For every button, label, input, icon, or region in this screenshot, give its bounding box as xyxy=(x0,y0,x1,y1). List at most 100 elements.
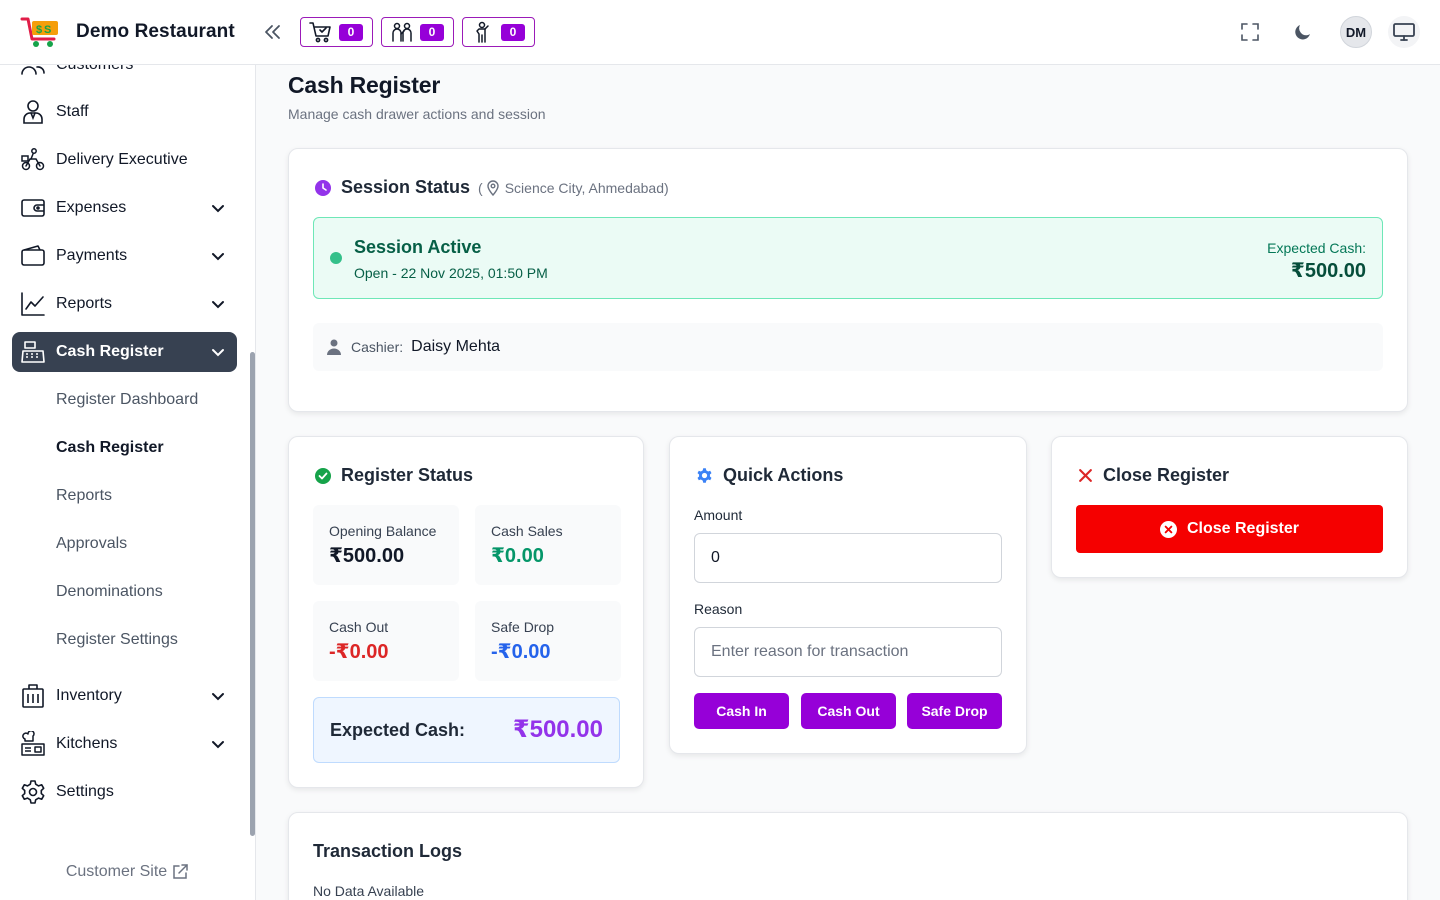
staff-icon xyxy=(23,100,43,124)
sidebar-item-label: Payments xyxy=(56,247,128,264)
amount-input[interactable] xyxy=(694,533,1002,583)
close-register-button-label: Close Register xyxy=(1186,520,1300,537)
waiter-request-badge-button[interactable]: 0 xyxy=(381,17,454,47)
gear-icon xyxy=(21,780,45,804)
sidebar-item-label: Expenses xyxy=(56,199,127,216)
sidebar-item-settings[interactable]: Settings xyxy=(12,772,237,812)
cash-sales-label: Cash Sales xyxy=(491,523,563,539)
fullscreen-button[interactable] xyxy=(1234,16,1266,48)
subitem-approvals[interactable]: Approvals xyxy=(56,528,127,560)
sidebar-item-label: Kitchens xyxy=(56,735,118,752)
cart-count: 0 xyxy=(339,23,363,41)
kitchen-icon xyxy=(21,731,45,756)
pos-monitor-button[interactable] xyxy=(1388,16,1420,48)
customers-icon xyxy=(21,66,45,75)
inventory-icon xyxy=(22,684,44,708)
session-active-banner: Session Active Open - 22 Nov 2025, 01:50… xyxy=(313,217,1383,299)
svg-text:S: S xyxy=(44,24,51,36)
brand-name: Demo Restaurant xyxy=(76,21,235,42)
subitem-denominations[interactable]: Denominations xyxy=(56,576,163,608)
waiter-request-icon xyxy=(392,22,412,42)
fullscreen-icon xyxy=(1241,23,1259,41)
quick-actions-card: Quick Actions Amount Reason Cash In Cash… xyxy=(669,436,1027,754)
cash-out-value: -₹0.00 xyxy=(329,641,389,663)
check-circle-icon xyxy=(315,467,331,484)
sidebar-item-reports[interactable]: Reports xyxy=(12,284,237,324)
session-active-dot xyxy=(330,252,342,264)
customer-site-link[interactable]: Customer Site xyxy=(0,843,255,900)
chevron-down-icon xyxy=(212,253,224,261)
sidebar: Customers Staff Delivery Executive Expen… xyxy=(0,65,256,900)
sidebar-item-kitchens[interactable]: Kitchens xyxy=(12,724,237,764)
sidebar-item-staff[interactable]: Staff xyxy=(12,92,237,132)
sidebar-item-label: Settings xyxy=(56,783,114,800)
safe-drop-button[interactable]: Safe Drop xyxy=(907,693,1002,729)
cart-icon xyxy=(309,22,331,43)
subitem-register-settings[interactable]: Register Settings xyxy=(56,624,178,656)
session-status-title: Session Status xyxy=(341,177,471,197)
reason-input[interactable] xyxy=(694,627,1002,677)
brand[interactable]: $ S Demo Restaurant xyxy=(0,15,256,49)
sidebar-item-label: Reports xyxy=(56,295,113,312)
map-pin-icon xyxy=(487,179,499,196)
sidebar-scrollbar-thumb[interactable] xyxy=(250,352,255,836)
x-circle-icon xyxy=(1159,520,1177,538)
user-icon xyxy=(327,339,341,355)
cash-sales-value: ₹0.00 xyxy=(491,545,544,567)
sidebar-item-label: Customers xyxy=(56,65,133,74)
subitem-register-dashboard[interactable]: Register Dashboard xyxy=(56,384,198,416)
cashier-label: Cashier: xyxy=(351,339,404,355)
cart-badge-button[interactable]: 0 xyxy=(300,17,373,47)
transaction-logs-card: Transaction Logs No Data Available xyxy=(288,812,1408,900)
cashier-name: Daisy Mehta xyxy=(411,338,501,355)
quick-actions-title: Quick Actions xyxy=(723,465,844,485)
chevron-down-icon xyxy=(212,301,224,309)
sidebar-item-inventory[interactable]: Inventory xyxy=(12,676,237,716)
register-icon xyxy=(21,341,45,363)
double-chevron-left-icon xyxy=(265,25,280,39)
customer-site-label: Customer Site xyxy=(65,862,168,880)
payments-icon xyxy=(21,245,45,266)
sidebar-item-customers[interactable]: Customers xyxy=(12,65,237,85)
sidebar-item-label: Delivery Executive xyxy=(56,151,188,168)
collapse-sidebar-button[interactable] xyxy=(260,20,284,44)
cash-out-button[interactable]: Cash Out xyxy=(801,693,896,729)
sidebar-item-expenses[interactable]: Expenses xyxy=(12,188,237,228)
opening-balance-stat: Opening Balance ₹500.00 xyxy=(313,505,459,585)
sidebar-item-label: Cash Register xyxy=(56,343,164,360)
sidebar-item-delivery-executive[interactable]: Delivery Executive xyxy=(12,140,237,180)
avatar[interactable]: DM xyxy=(1340,16,1372,48)
subitem-cash-register[interactable]: Cash Register xyxy=(56,432,164,464)
subitem-reports[interactable]: Reports xyxy=(56,480,112,512)
external-link-icon xyxy=(173,863,188,879)
quick-actions-title-row: Quick Actions xyxy=(696,465,843,486)
monitor-icon xyxy=(1393,23,1415,41)
cashier-row: Cashier: Daisy Mehta xyxy=(313,323,1383,371)
register-status-card: Register Status Opening Balance ₹500.00 … xyxy=(288,436,644,788)
close-register-card: Close Register Close Register xyxy=(1051,436,1408,578)
dark-mode-toggle[interactable] xyxy=(1287,16,1319,48)
svg-text:$: $ xyxy=(36,24,42,36)
session-open-time: Open - 22 Nov 2025, 01:50 PM xyxy=(354,265,548,281)
wallet-icon xyxy=(21,199,45,217)
moon-icon xyxy=(1295,25,1310,40)
customer-call-badge-button[interactable]: 0 xyxy=(462,17,535,47)
close-icon xyxy=(1079,469,1092,482)
header-actions: DM xyxy=(1234,16,1420,48)
expected-cash-box: Expected Cash: ₹500.00 xyxy=(313,697,620,763)
header-badges: 0 0 0 xyxy=(300,17,535,47)
sidebar-item-cash-register[interactable]: Cash Register xyxy=(12,332,237,372)
register-status-title: Register Status xyxy=(341,465,474,485)
chevron-down-icon xyxy=(212,693,224,701)
customer-call-icon xyxy=(476,21,489,43)
safe-drop-value: -₹0.00 xyxy=(491,641,551,663)
session-active-title: Session Active xyxy=(354,237,482,257)
session-location: (Science City, Ahmedabad) xyxy=(478,179,669,196)
close-register-title-row: Close Register xyxy=(1078,465,1229,486)
clock-icon xyxy=(315,179,331,196)
cash-in-button[interactable]: Cash In xyxy=(694,693,789,729)
chevron-down-icon xyxy=(212,205,224,213)
close-register-button[interactable]: Close Register xyxy=(1076,505,1383,553)
customer-call-count: 0 xyxy=(501,23,525,41)
sidebar-item-payments[interactable]: Payments xyxy=(12,236,237,276)
